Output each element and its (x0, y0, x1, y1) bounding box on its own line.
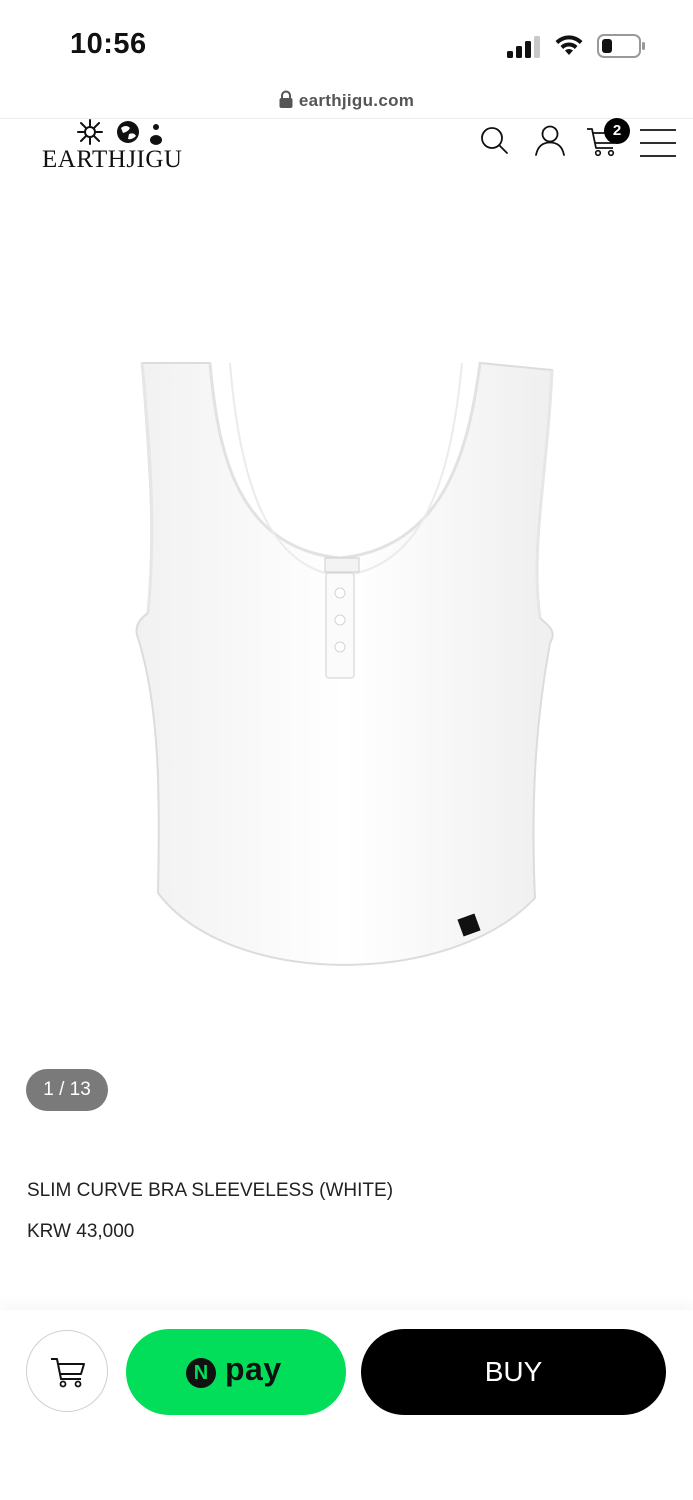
wifi-icon (555, 35, 583, 55)
menu-icon (640, 129, 676, 157)
user-icon (535, 125, 565, 156)
cart-icon (51, 1358, 85, 1388)
account-button[interactable] (532, 122, 568, 158)
product-price: KRW 43,000 (27, 1221, 135, 1242)
site-header: EARTHJIGU 2 (0, 118, 693, 188)
url-display[interactable]: earthjigu.com (0, 90, 693, 111)
product-image-carousel[interactable] (0, 188, 693, 1060)
cellular-signal-icon (507, 36, 540, 58)
buy-button[interactable]: BUY (361, 1329, 666, 1415)
naver-n-icon: N (186, 1358, 216, 1388)
status-time: 10:56 (70, 28, 147, 60)
menu-button[interactable] (636, 122, 678, 158)
battery-icon (597, 34, 645, 58)
naver-pay-button[interactable]: N pay (126, 1329, 346, 1415)
image-pager: 1 / 13 (26, 1069, 108, 1111)
product-photo (135, 361, 554, 966)
status-bar: 10:56 (0, 0, 693, 86)
browser-url-bar[interactable]: earthjigu.com (0, 86, 693, 119)
site-logo[interactable]: EARTHJIGU (42, 118, 212, 178)
purchase-action-bar: N pay BUY (0, 1310, 693, 1500)
npay-label: pay (225, 1351, 282, 1387)
logo-text: EARTHJIGU (42, 146, 183, 173)
url-text: earthjigu.com (298, 91, 415, 110)
search-button[interactable] (476, 122, 512, 158)
product-name: SLIM CURVE BRA SLEEVELESS (WHITE) (27, 1180, 394, 1201)
cart-count-badge: 2 (604, 118, 630, 144)
lock-icon (279, 90, 293, 108)
add-to-cart-button[interactable] (26, 1330, 108, 1412)
search-icon (481, 127, 508, 154)
logo-mark-icon (77, 119, 162, 145)
